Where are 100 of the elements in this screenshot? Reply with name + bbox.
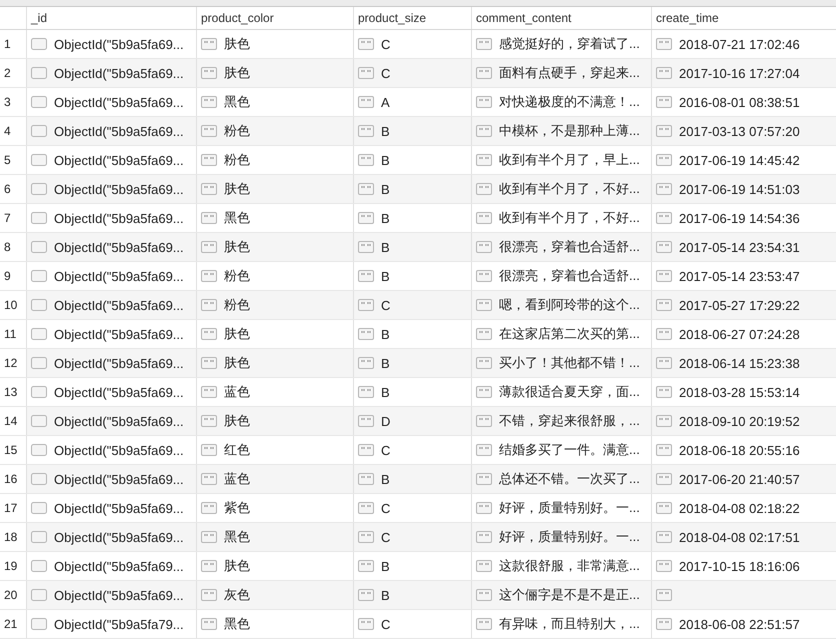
string-type-icon [656,560,672,572]
string-type-icon [201,328,217,340]
table-cell: 红色 [224,441,250,459]
string-type-icon [656,154,672,166]
table-cell: B [381,240,390,254]
string-type-icon [656,357,672,369]
object-type-icon [31,473,47,485]
table-cell: 2016-08-01 08:38:51 [679,94,800,110]
string-type-icon [201,531,217,543]
string-type-icon [476,96,492,108]
row-number: 20 [0,581,27,609]
table-cell: B [381,384,390,400]
table-cell: 这个俪字是不是不是正... [499,586,640,604]
string-type-icon [201,241,217,253]
string-type-icon [358,473,374,485]
row-number: 14 [0,407,27,435]
string-type-icon [656,328,672,340]
column-header[interactable]: product_size [354,7,472,29]
string-type-icon [358,560,374,572]
string-type-icon [358,415,374,427]
table-cell: ObjectId("5b9a5fa69... [54,442,184,458]
string-type-icon [656,212,672,224]
table-cell: C [381,530,390,544]
table-cell: C [381,66,390,80]
string-type-icon [476,212,492,224]
column-header[interactable]: product_color [197,7,354,29]
table-cell: 总体还不错。一次买了... [499,470,640,488]
object-type-icon [31,502,47,514]
row-number: 18 [0,523,27,551]
string-type-icon [201,444,217,456]
table-cell: A [381,94,390,110]
column-header[interactable]: comment_content [472,7,652,29]
table-cell: C [381,442,390,458]
table-cell: 2018-04-08 02:17:51 [679,530,800,544]
table-cell: ObjectId("5b9a5fa69... [54,356,184,370]
table-cell: ObjectId("5b9a5fa69... [54,384,184,400]
object-type-icon [31,386,47,398]
table-cell: 2017-05-14 23:53:47 [679,268,800,284]
table-cell: ObjectId("5b9a5fa69... [54,182,184,196]
table-cell: ObjectId("5b9a5fa69... [54,414,184,428]
table-cell: 2017-03-13 07:57:20 [679,124,800,138]
table-cell: ObjectId("5b9a5fa69... [54,558,184,574]
object-type-icon [31,560,47,572]
column-header[interactable]: create_time [652,7,836,29]
string-type-icon [201,96,217,108]
row-number: 4 [0,117,27,145]
object-type-icon [31,241,47,253]
table-cell: 黑色 [224,93,250,111]
table-cell: ObjectId("5b9a5fa69... [54,152,184,168]
table-cell: 肤色 [224,354,250,372]
string-type-icon [476,183,492,195]
table-cell: 肤色 [224,557,250,575]
object-type-icon [31,212,47,224]
table-cell: 黑色 [224,209,250,227]
string-type-icon [358,270,374,282]
table-cell: B [381,326,390,342]
string-type-icon [656,67,672,79]
table-cell: 在这家店第二次买的第... [499,325,640,343]
table-cell: 买小了！其他都不错！... [499,354,640,372]
string-type-icon [476,618,492,630]
table-cell: B [381,472,390,486]
string-type-icon [358,96,374,108]
string-type-icon [201,473,217,485]
string-type-icon [476,125,492,137]
string-type-icon [201,589,217,601]
table-cell: 肤色 [224,238,250,256]
string-type-icon [358,618,374,630]
string-type-icon [476,502,492,514]
row-number: 2 [0,59,27,87]
string-type-icon [358,502,374,514]
table-cell: 收到有半个月了，早上... [499,151,640,169]
row-number: 6 [0,175,27,203]
table-cell: ObjectId("5b9a5fa69... [54,298,184,312]
table-cell: B [381,558,390,574]
table-cell: 好评，质量特别好。一... [499,499,640,517]
object-type-icon [31,618,47,630]
table-cell: 2017-06-19 14:51:03 [679,182,800,196]
table-cell: 蓝色 [224,470,250,488]
table-cell: B [381,268,390,284]
table-cell: ObjectId("5b9a5fa69... [54,124,184,138]
table-cell: ObjectId("5b9a5fa69... [54,472,184,486]
table-cell: 2017-10-16 17:27:04 [679,66,800,80]
table-cell: 粉色 [224,122,250,140]
table-cell: 好评，质量特别好。一... [499,528,640,546]
table-cell: 肤色 [224,35,250,53]
object-type-icon [31,270,47,282]
table-cell: C [381,36,390,52]
string-type-icon [476,444,492,456]
string-type-icon [201,125,217,137]
table-cell: 肤色 [224,325,250,343]
string-type-icon [201,38,217,50]
table-cell: B [381,182,390,196]
string-type-icon [358,444,374,456]
table-cell: 粉色 [224,296,250,314]
string-type-icon [358,154,374,166]
table-cell: B [381,356,390,370]
string-type-icon [476,67,492,79]
column-header[interactable]: _id [27,7,197,29]
table-cell: B [381,152,390,168]
object-type-icon [31,67,47,79]
